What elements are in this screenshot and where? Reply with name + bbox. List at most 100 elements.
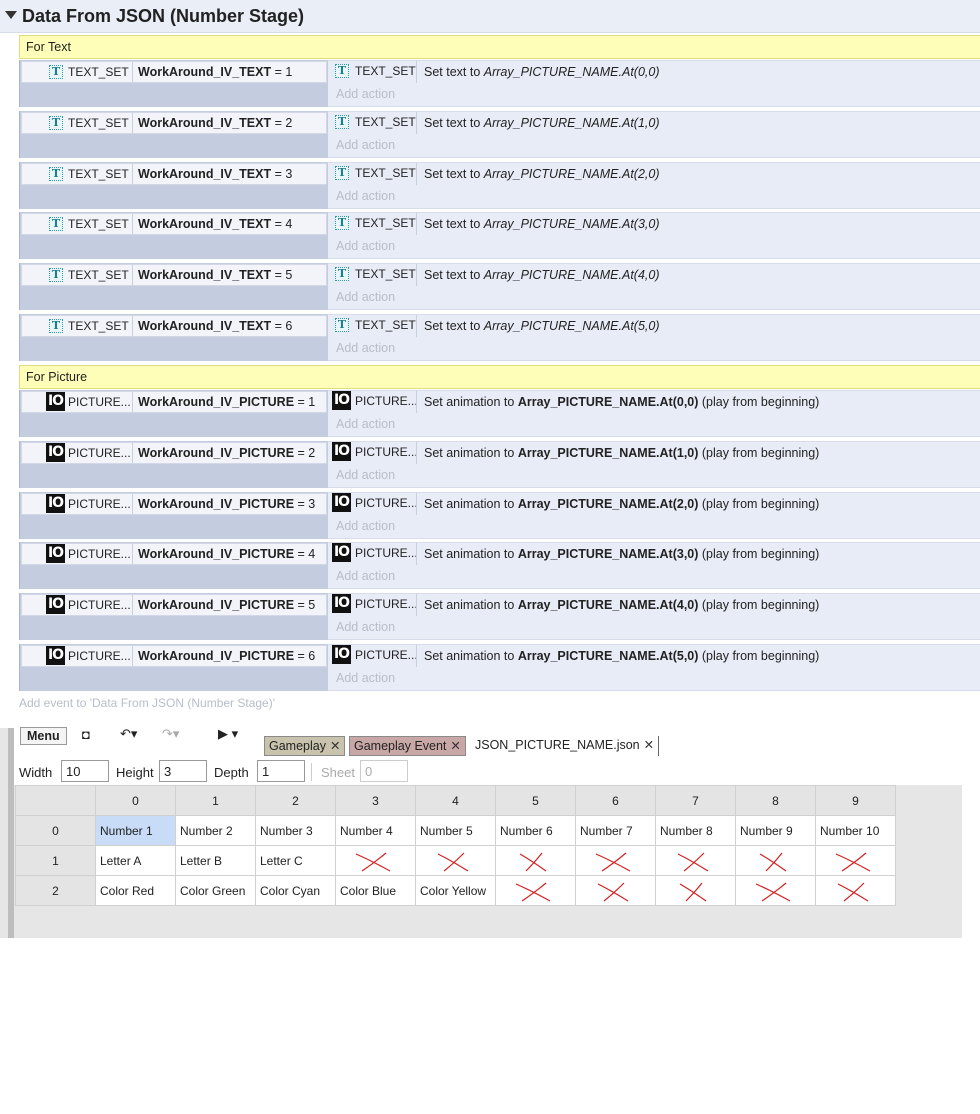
condition[interactable]: T TEXT_SET WorkAround_IV_TEXT = 4 <box>21 213 327 236</box>
grid-cell[interactable] <box>335 845 416 876</box>
event-row[interactable]: IO PICTURE... WorkAround_IV_PICTURE = 5 IO P… <box>19 593 980 641</box>
action[interactable]: T TEXT_SET Set text to Array_PICTURE_NAME.… <box>329 264 980 287</box>
collapse-chevron-icon[interactable] <box>5 11 17 19</box>
section-header[interactable]: For Text <box>19 35 980 59</box>
tab-gameplay[interactable]: Gameplay ✕ <box>264 736 346 756</box>
action[interactable]: T TEXT_SET Set text to Array_PICTURE_NAME.… <box>329 315 980 337</box>
event-row[interactable]: T TEXT_SET WorkAround_IV_TEXT = 4 T TEXT_SET… <box>19 212 980 260</box>
grid-cell[interactable]: Letter C <box>255 845 336 876</box>
event-row[interactable]: IO PICTURE... WorkAround_IV_PICTURE = 1 IO P… <box>19 390 980 437</box>
tab-json-file[interactable]: JSON_PICTURE_NAME.json ✕ <box>471 736 660 756</box>
event-row[interactable]: T TEXT_SET WorkAround_IV_TEXT = 5 T TEXT_SET… <box>19 263 980 311</box>
grid-cell[interactable] <box>815 875 896 906</box>
action[interactable]: T TEXT_SET Set text to Array_PICTURE_NAME.… <box>329 162 980 185</box>
column-header[interactable]: 1 <box>175 785 256 816</box>
grid-cell[interactable]: Number 5 <box>415 815 496 846</box>
grid-cell[interactable]: Number 9 <box>735 815 816 846</box>
condition-object[interactable]: IO PICTURE... <box>22 442 133 463</box>
condition[interactable]: IO PICTURE... WorkAround_IV_PICTURE = 4 <box>21 543 327 566</box>
add-action-link[interactable]: Add action <box>336 569 395 583</box>
group-header[interactable]: Data From JSON (Number Stage) <box>0 0 980 33</box>
condition-object[interactable]: T TEXT_SET <box>22 62 133 82</box>
action[interactable]: IO PICTURE... Set animation to Array_PICTU… <box>329 543 980 566</box>
grid-cell[interactable]: Color Cyan <box>255 875 336 906</box>
column-header[interactable]: 6 <box>575 785 656 816</box>
grid-cell[interactable]: Number 3 <box>255 815 336 846</box>
add-action-link[interactable]: Add action <box>336 341 395 355</box>
condition-object[interactable]: IO PICTURE... <box>22 493 133 514</box>
event-row[interactable]: T TEXT_SET WorkAround_IV_TEXT = 3 T TEXT_SET… <box>19 161 980 209</box>
add-action-link[interactable]: Add action <box>336 87 395 101</box>
condition[interactable]: IO PICTURE... WorkAround_IV_PICTURE = 1 <box>21 391 327 413</box>
add-action-link[interactable]: Add action <box>336 671 395 685</box>
grid-cell[interactable]: Letter A <box>95 845 176 876</box>
grid-cell[interactable]: Number 1 <box>95 815 176 846</box>
action[interactable]: T TEXT_SET Set text to Array_PICTURE_NAME.… <box>329 61 980 83</box>
action[interactable]: IO PICTURE... Set animation to Array_PICTU… <box>329 645 980 667</box>
column-header[interactable]: 7 <box>655 785 736 816</box>
add-action-link[interactable]: Add action <box>336 138 395 152</box>
action[interactable]: IO PICTURE... Set animation to Array_PICTU… <box>329 492 980 515</box>
event-row[interactable]: T TEXT_SET WorkAround_IV_TEXT = 1 T TEXT_SET… <box>19 60 980 107</box>
condition-object[interactable]: T TEXT_SET <box>22 265 133 286</box>
condition-object[interactable]: T TEXT_SET <box>22 214 133 235</box>
grid-cell[interactable] <box>735 845 816 876</box>
condition-object[interactable]: IO PICTURE... <box>22 595 133 616</box>
grid-cell[interactable] <box>655 845 736 876</box>
tab-gameplay-event[interactable]: Gameplay Event ✕ <box>349 736 466 756</box>
camera-icon[interactable]: ◘ <box>82 727 90 742</box>
action[interactable]: IO PICTURE... Set animation to Array_PICTU… <box>329 441 980 464</box>
condition[interactable]: T TEXT_SET WorkAround_IV_TEXT = 2 <box>21 111 327 134</box>
row-header[interactable]: 2 <box>15 875 96 906</box>
grid-cell[interactable] <box>495 845 576 876</box>
condition[interactable]: IO PICTURE... WorkAround_IV_PICTURE = 2 <box>21 441 327 464</box>
condition[interactable]: IO PICTURE... WorkAround_IV_PICTURE = 6 <box>21 645 327 667</box>
section-header[interactable]: For Picture <box>19 365 980 389</box>
column-header[interactable]: 5 <box>495 785 576 816</box>
action[interactable]: T TEXT_SET Set text to Array_PICTURE_NAME.… <box>329 213 980 236</box>
grid-cell[interactable]: Color Yellow <box>415 875 496 906</box>
grid-cell[interactable]: Color Blue <box>335 875 416 906</box>
grid-cell[interactable]: Color Green <box>175 875 256 906</box>
condition-object[interactable]: T TEXT_SET <box>22 316 133 336</box>
action[interactable]: T TEXT_SET Set text to Array_PICTURE_NAME.… <box>329 111 980 134</box>
menu-button[interactable]: Menu <box>20 727 67 745</box>
column-header[interactable]: 8 <box>735 785 816 816</box>
event-row[interactable]: T TEXT_SET WorkAround_IV_TEXT = 2 T TEXT_SET… <box>19 110 980 158</box>
add-action-link[interactable]: Add action <box>336 620 395 634</box>
add-action-link[interactable]: Add action <box>336 519 395 533</box>
event-row[interactable]: IO PICTURE... WorkAround_IV_PICTURE = 6 IO P… <box>19 644 980 691</box>
grid-cell[interactable] <box>495 875 576 906</box>
close-icon[interactable]: ✕ <box>450 739 460 753</box>
grid-cell[interactable]: Number 6 <box>495 815 576 846</box>
grid-cell[interactable]: Letter B <box>175 845 256 876</box>
grid-cell[interactable] <box>415 845 496 876</box>
close-icon[interactable]: ✕ <box>644 738 654 752</box>
action[interactable]: IO PICTURE... Set animation to Array_PICTU… <box>329 594 980 617</box>
condition-object[interactable]: IO PICTURE... <box>22 646 133 666</box>
grid-cell[interactable] <box>575 845 656 876</box>
action[interactable]: IO PICTURE... Set animation to Array_PICTU… <box>329 391 980 413</box>
column-header[interactable]: 3 <box>335 785 416 816</box>
column-header[interactable]: 9 <box>815 785 896 816</box>
condition-object[interactable]: T TEXT_SET <box>22 163 133 184</box>
event-row[interactable]: T TEXT_SET WorkAround_IV_TEXT = 6 T TEXT_SET… <box>19 314 980 361</box>
condition[interactable]: T TEXT_SET WorkAround_IV_TEXT = 6 <box>21 315 327 337</box>
row-header[interactable]: 1 <box>15 845 96 876</box>
redo-icon[interactable]: ↷▾ <box>162 726 179 742</box>
column-header[interactable]: 2 <box>255 785 336 816</box>
grid-cell[interactable] <box>735 875 816 906</box>
condition[interactable]: IO PICTURE... WorkAround_IV_PICTURE = 5 <box>21 594 327 617</box>
condition[interactable]: IO PICTURE... WorkAround_IV_PICTURE = 3 <box>21 492 327 515</box>
event-row[interactable]: IO PICTURE... WorkAround_IV_PICTURE = 4 IO P… <box>19 542 980 590</box>
grid-cell[interactable] <box>655 875 736 906</box>
column-header[interactable]: 4 <box>415 785 496 816</box>
condition[interactable]: T TEXT_SET WorkAround_IV_TEXT = 5 <box>21 264 327 287</box>
add-event-link[interactable]: Add event to 'Data From JSON (Number Sta… <box>19 696 275 710</box>
event-row[interactable]: IO PICTURE... WorkAround_IV_PICTURE = 3 IO P… <box>19 491 980 539</box>
close-icon[interactable]: ✕ <box>330 739 340 753</box>
add-action-link[interactable]: Add action <box>336 468 395 482</box>
undo-icon[interactable]: ↶▾ <box>120 726 137 742</box>
event-row[interactable]: IO PICTURE... WorkAround_IV_PICTURE = 2 IO P… <box>19 440 980 488</box>
condition[interactable]: T TEXT_SET WorkAround_IV_TEXT = 1 <box>21 61 327 83</box>
